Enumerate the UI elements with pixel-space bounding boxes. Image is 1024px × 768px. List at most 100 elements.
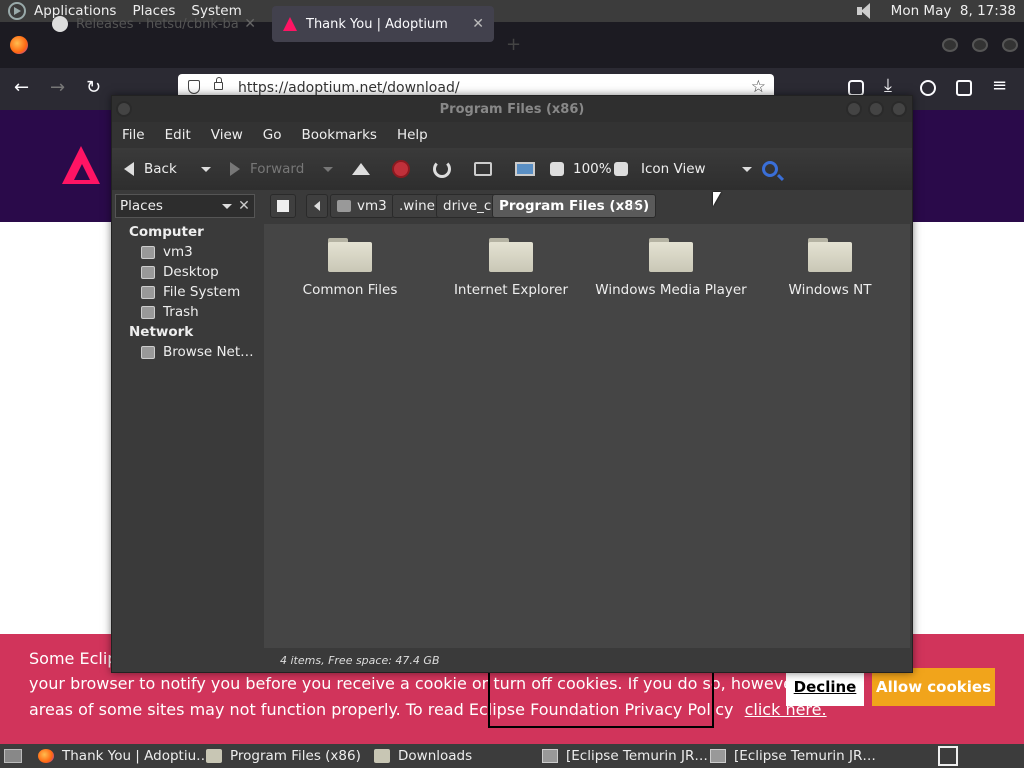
stop-icon <box>392 160 410 178</box>
close-button[interactable] <box>891 101 907 117</box>
decline-cookies-button[interactable]: Decline <box>786 668 864 706</box>
home-folder-icon <box>337 200 351 212</box>
zoom-out-icon <box>550 162 564 176</box>
task-eclipse-temurin-2[interactable]: [Eclipse Temurin JR… <box>710 744 876 768</box>
bottom-taskbar: Thank You | Adoptiu… Program Files (x86)… <box>0 744 1024 768</box>
close-tab-icon[interactable]: ✕ <box>472 16 484 32</box>
trash-icon <box>141 305 155 319</box>
url-text[interactable]: https://adoptium.net/download/ <box>238 80 460 96</box>
back-arrow-icon[interactable]: ← <box>14 78 29 98</box>
clock[interactable]: Mon May 8, 17:38 <box>883 0 1024 22</box>
menu-edit[interactable]: Edit <box>155 127 201 143</box>
back-button[interactable]: Back <box>124 148 177 190</box>
tab-releases[interactable]: Releases · hetsu/cbnk-ba ✕ <box>42 6 266 42</box>
view-mode-label: Icon View <box>641 161 706 177</box>
stop-button[interactable] <box>392 148 410 190</box>
task-firefox[interactable]: Thank You | Adoptiu… <box>38 744 210 768</box>
tracking-shield-icon[interactable] <box>188 80 200 94</box>
path-segment-drive-c[interactable]: drive_c <box>436 194 499 218</box>
folder-item[interactable]: Windows Media Player <box>590 238 752 298</box>
zoom-out-button[interactable] <box>550 148 572 190</box>
zoom-level[interactable]: 100% <box>573 148 612 190</box>
zoom-in-icon <box>614 162 628 176</box>
sidebar-heading-network: Network <box>129 324 194 340</box>
firefox-menu-icon[interactable] <box>10 36 28 54</box>
sidebar-item-browse-network[interactable]: Browse Net… <box>141 344 254 360</box>
adoptium-logo-icon[interactable] <box>62 146 102 186</box>
allow-cookies-button[interactable]: Allow cookies <box>872 668 995 706</box>
computer-button[interactable] <box>515 148 535 190</box>
view-mode-select[interactable]: Icon View <box>641 148 752 190</box>
sidebar-item-vm3[interactable]: vm3 <box>141 244 193 260</box>
distro-logo-icon[interactable] <box>8 2 26 20</box>
task-label: [Eclipse Temurin JR… <box>566 748 708 764</box>
reload-icon[interactable]: ↻ <box>86 78 101 98</box>
account-icon[interactable] <box>920 80 936 96</box>
forward-history-dropdown[interactable] <box>323 148 333 190</box>
folder-icon <box>649 238 693 272</box>
menu-help[interactable]: Help <box>387 127 438 143</box>
task-downloads[interactable]: Downloads <box>374 744 472 768</box>
menu-bookmarks[interactable]: Bookmarks <box>292 127 387 143</box>
forward-arrow-icon[interactable]: → <box>50 78 65 98</box>
menu-view[interactable]: View <box>201 127 253 143</box>
folder-icon <box>206 749 222 763</box>
up-arrow-icon <box>352 163 370 175</box>
path-scroll-left-button[interactable] <box>306 194 328 218</box>
bookmark-star-icon[interactable]: ☆ <box>751 77 766 97</box>
computer-icon <box>515 162 535 176</box>
workspace-switcher[interactable] <box>938 746 958 766</box>
task-label: Downloads <box>398 748 473 764</box>
github-icon <box>52 16 68 32</box>
pocket-icon[interactable] <box>848 80 864 96</box>
chevron-down-icon <box>222 203 232 209</box>
hamburger-menu-icon[interactable]: ≡ <box>992 76 1007 96</box>
folder-label: Windows NT <box>788 282 872 298</box>
close-tab-icon[interactable]: ✕ <box>244 16 256 32</box>
volume-icon[interactable] <box>855 2 875 20</box>
folder-item[interactable]: Common Files <box>270 238 430 298</box>
downloads-icon[interactable]: ⤓ <box>884 76 892 96</box>
path-label: vm3 <box>357 198 387 214</box>
folder-label: Internet Explorer <box>453 282 569 298</box>
show-desktop-icon[interactable] <box>4 749 22 763</box>
edit-location-button[interactable] <box>270 194 296 218</box>
lock-icon[interactable] <box>214 77 223 90</box>
close-window-button[interactable] <box>1002 38 1018 52</box>
zoom-in-button[interactable] <box>614 148 636 190</box>
forward-icon <box>230 162 240 176</box>
task-eclipse-temurin-1[interactable]: [Eclipse Temurin JR… <box>542 744 708 768</box>
path-label: .wine <box>399 198 435 214</box>
path-segment-wine[interactable]: .wine <box>392 194 442 218</box>
search-button[interactable] <box>762 148 778 190</box>
back-history-dropdown[interactable] <box>201 148 211 190</box>
home-button[interactable] <box>474 148 492 190</box>
maximize-window-button[interactable] <box>972 38 988 52</box>
new-tab-icon[interactable]: + <box>506 34 521 55</box>
menu-file[interactable]: File <box>112 127 155 143</box>
forward-button[interactable]: Forward <box>230 148 304 190</box>
extensions-icon[interactable] <box>956 80 972 96</box>
path-segment-vm3[interactable]: vm3 <box>330 194 394 218</box>
minimize-button[interactable] <box>846 101 862 117</box>
close-sidebar-icon[interactable]: ✕ <box>232 194 256 218</box>
task-program-files[interactable]: Program Files (x86) <box>206 744 361 768</box>
path-scroll-right-button[interactable] <box>626 194 642 218</box>
up-button[interactable] <box>352 148 370 190</box>
window-title: Program Files (x86) <box>439 101 585 117</box>
home-icon <box>474 162 492 176</box>
menu-go[interactable]: Go <box>253 127 292 143</box>
folder-icon <box>489 238 533 272</box>
reload-button[interactable] <box>433 148 451 190</box>
sidebar-item-desktop[interactable]: Desktop <box>141 264 219 280</box>
network-icon <box>141 345 155 359</box>
tab-adoptium[interactable]: Thank You | Adoptium ✕ <box>272 6 494 42</box>
folder-item[interactable]: Windows NT <box>750 238 910 298</box>
maximize-button[interactable] <box>868 101 884 117</box>
window-titlebar[interactable]: Program Files (x86) <box>112 96 912 122</box>
sidebar-item-trash[interactable]: Trash <box>141 304 199 320</box>
folder-item[interactable]: Internet Explorer <box>431 238 591 298</box>
window-menu-icon[interactable] <box>116 101 132 117</box>
minimize-window-button[interactable] <box>942 38 958 52</box>
sidebar-item-file-system[interactable]: File System <box>141 284 240 300</box>
